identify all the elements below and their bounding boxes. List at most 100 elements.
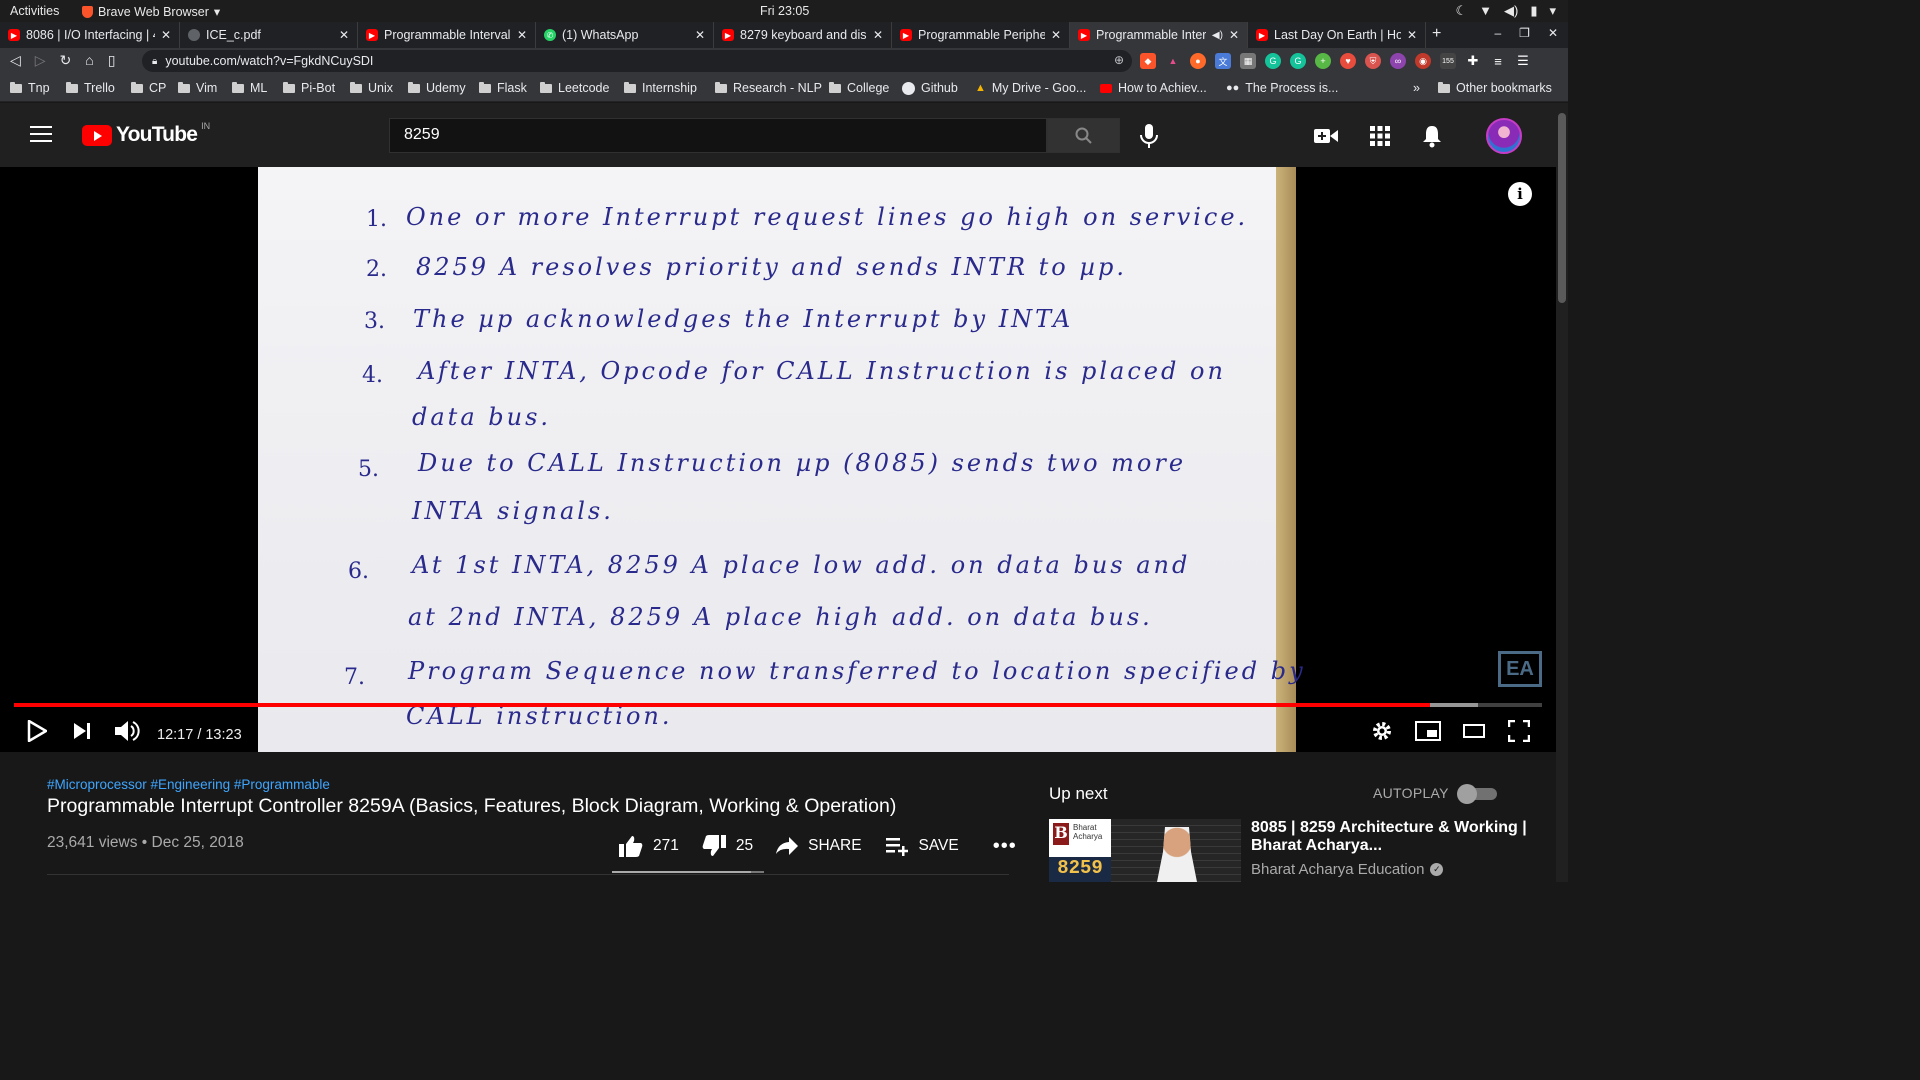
- zoom-icon[interactable]: ⊕: [1114, 53, 1124, 67]
- microphone-icon[interactable]: [1138, 123, 1160, 149]
- bookmark-item[interactable]: Pi-Bot: [283, 81, 335, 95]
- brave-rewards-icon[interactable]: ▲: [1165, 53, 1181, 69]
- browser-tab[interactable]: ▶ Last Day On Earth | Hou ✕: [1248, 22, 1426, 48]
- theater-mode-icon[interactable]: [1463, 723, 1485, 739]
- grammarly-icon[interactable]: G: [1265, 53, 1281, 69]
- restore-icon[interactable]: ❐: [1519, 26, 1530, 40]
- home-icon[interactable]: ⌂: [85, 52, 93, 69]
- close-tab-icon[interactable]: ✕: [695, 28, 705, 42]
- channel-watermark[interactable]: EA: [1498, 651, 1542, 687]
- progress-bar[interactable]: [14, 703, 1542, 707]
- close-tab-icon[interactable]: ✕: [1051, 28, 1061, 42]
- volume-icon[interactable]: [114, 719, 140, 743]
- next-video-title[interactable]: 8085 | 8259 Architecture & Working | Bha…: [1251, 819, 1551, 855]
- create-video-icon[interactable]: [1314, 127, 1338, 145]
- bookmark-item[interactable]: Trello: [66, 81, 115, 95]
- dislike-button[interactable]: 25: [701, 834, 753, 858]
- close-tab-icon[interactable]: ✕: [517, 28, 527, 42]
- page-scrollbar[interactable]: [1556, 103, 1568, 882]
- browser-tab[interactable]: ▶ 8086 | I/O Interfacing | 4 ✕: [0, 22, 180, 48]
- menu-icon[interactable]: ☰: [1515, 53, 1531, 69]
- address-bar[interactable]: 🔒︎ youtube.com/watch?v=FgkdNCuySDI ⊕: [142, 50, 1132, 72]
- minimize-icon[interactable]: –: [1494, 26, 1501, 40]
- browser-tab[interactable]: ▶ Programmable Interval ✕: [358, 22, 536, 48]
- apps-grid-icon[interactable]: [1370, 126, 1390, 146]
- app-menu[interactable]: Brave Web Browser ▾: [82, 4, 220, 19]
- close-tab-icon[interactable]: ✕: [339, 28, 349, 42]
- browser-tab[interactable]: ▶ 8279 keyboard and disp ✕: [714, 22, 892, 48]
- bookmark-item[interactable]: Leetcode: [540, 81, 609, 95]
- extension-icon[interactable]: ∞: [1390, 53, 1406, 69]
- browser-tab-active[interactable]: ▶ Programmable Inter ◀) ✕: [1070, 22, 1248, 48]
- more-actions-icon[interactable]: •••: [993, 835, 1017, 858]
- miniplayer-icon[interactable]: [1415, 721, 1441, 741]
- browser-tab[interactable]: ✆ (1) WhatsApp ✕: [536, 22, 714, 48]
- browser-tab[interactable]: ▶ Programmable Periphe ✕: [892, 22, 1070, 48]
- bookmark-item[interactable]: ▲ My Drive - Goo...: [975, 81, 1086, 95]
- scrollbar-thumb[interactable]: [1558, 113, 1566, 303]
- next-video-icon[interactable]: [73, 722, 91, 740]
- bookmark-item[interactable]: Tnp: [10, 81, 50, 95]
- bookmark-item[interactable]: ML: [232, 81, 267, 95]
- bookmark-item[interactable]: Udemy: [408, 81, 466, 95]
- like-button[interactable]: 271: [618, 834, 679, 858]
- bookmark-item[interactable]: Research - NLP: [715, 81, 822, 95]
- extension-icon[interactable]: ●: [1190, 53, 1206, 69]
- user-avatar[interactable]: [1486, 118, 1522, 154]
- add-extension-icon[interactable]: +: [1315, 53, 1331, 69]
- clock[interactable]: Fri 23:05: [760, 4, 809, 18]
- youtube-logo[interactable]: YouTube IN: [82, 121, 210, 147]
- forward-icon[interactable]: ▷: [35, 52, 46, 69]
- search-input[interactable]: 8259: [389, 118, 1047, 153]
- bookmark-item[interactable]: ●● The Process is...: [1226, 81, 1338, 95]
- video-player[interactable]: 1. One or more Interrupt request lines g…: [0, 167, 1556, 752]
- extension-icon[interactable]: ▦: [1240, 53, 1256, 69]
- audio-playing-icon[interactable]: ◀): [1212, 30, 1223, 41]
- extension-icon[interactable]: ♥: [1340, 53, 1356, 69]
- reload-icon[interactable]: ↻: [60, 52, 72, 69]
- url-text[interactable]: youtube.com/watch?v=FgkdNCuySDI: [165, 54, 373, 68]
- bookmark-item[interactable]: Flask: [479, 81, 527, 95]
- bookmark-item[interactable]: How to Achiev...: [1100, 81, 1207, 95]
- media-control-icon[interactable]: ≡: [1490, 53, 1506, 69]
- bookmark-item[interactable]: College: [829, 81, 889, 95]
- extension-icon[interactable]: ◉: [1415, 53, 1431, 69]
- system-tray[interactable]: ☾ ▼ ◀) ▮ ▾: [1455, 3, 1556, 19]
- play-icon[interactable]: [27, 720, 47, 742]
- settings-gear-icon[interactable]: [1371, 720, 1393, 742]
- grammarly-icon[interactable]: G: [1290, 53, 1306, 69]
- info-icon[interactable]: i: [1508, 182, 1532, 206]
- bookmark-icon[interactable]: ▯: [108, 52, 116, 69]
- lock-icon[interactable]: 🔒︎: [152, 56, 157, 67]
- hamburger-menu-icon[interactable]: [30, 126, 52, 147]
- bookmark-item[interactable]: Github: [902, 81, 958, 95]
- notifications-bell-icon[interactable]: [1422, 124, 1442, 148]
- puzzle-icon[interactable]: ✚: [1465, 53, 1481, 69]
- close-tab-icon[interactable]: ✕: [161, 28, 171, 42]
- bookmark-item[interactable]: Vim: [178, 81, 217, 95]
- brave-shields-icon[interactable]: ◆: [1140, 53, 1156, 69]
- close-tab-icon[interactable]: ✕: [1229, 28, 1239, 42]
- bookmark-item[interactable]: Internship: [624, 81, 697, 95]
- next-video-channel[interactable]: Bharat Acharya Education ✓: [1251, 861, 1444, 878]
- fullscreen-icon[interactable]: [1508, 720, 1530, 742]
- bookmark-item[interactable]: CP: [131, 81, 166, 95]
- hashtags[interactable]: #Microprocessor #Engineering #Programmab…: [47, 777, 330, 792]
- close-window-icon[interactable]: ✕: [1548, 26, 1558, 40]
- browser-tab[interactable]: ICE_c.pdf ✕: [180, 22, 358, 48]
- gmail-counter-icon[interactable]: 155: [1440, 53, 1456, 69]
- next-video-thumbnail[interactable]: B Bharat Acharya 8259: [1049, 819, 1241, 882]
- shield-icon[interactable]: ⛨: [1365, 53, 1381, 69]
- activities-button[interactable]: Activities: [10, 4, 59, 18]
- close-tab-icon[interactable]: ✕: [873, 28, 883, 42]
- close-tab-icon[interactable]: ✕: [1407, 28, 1417, 42]
- bookmark-item[interactable]: Unix: [350, 81, 393, 95]
- back-icon[interactable]: ◁: [10, 52, 21, 69]
- bookmarks-overflow-icon[interactable]: »: [1413, 81, 1420, 95]
- translate-icon[interactable]: 文: [1215, 53, 1231, 69]
- save-button[interactable]: SAVE: [885, 836, 959, 856]
- new-tab-icon[interactable]: +: [1432, 25, 1441, 43]
- other-bookmarks[interactable]: Other bookmarks: [1438, 81, 1552, 95]
- share-button[interactable]: SHARE: [775, 836, 862, 856]
- search-button[interactable]: [1047, 118, 1120, 153]
